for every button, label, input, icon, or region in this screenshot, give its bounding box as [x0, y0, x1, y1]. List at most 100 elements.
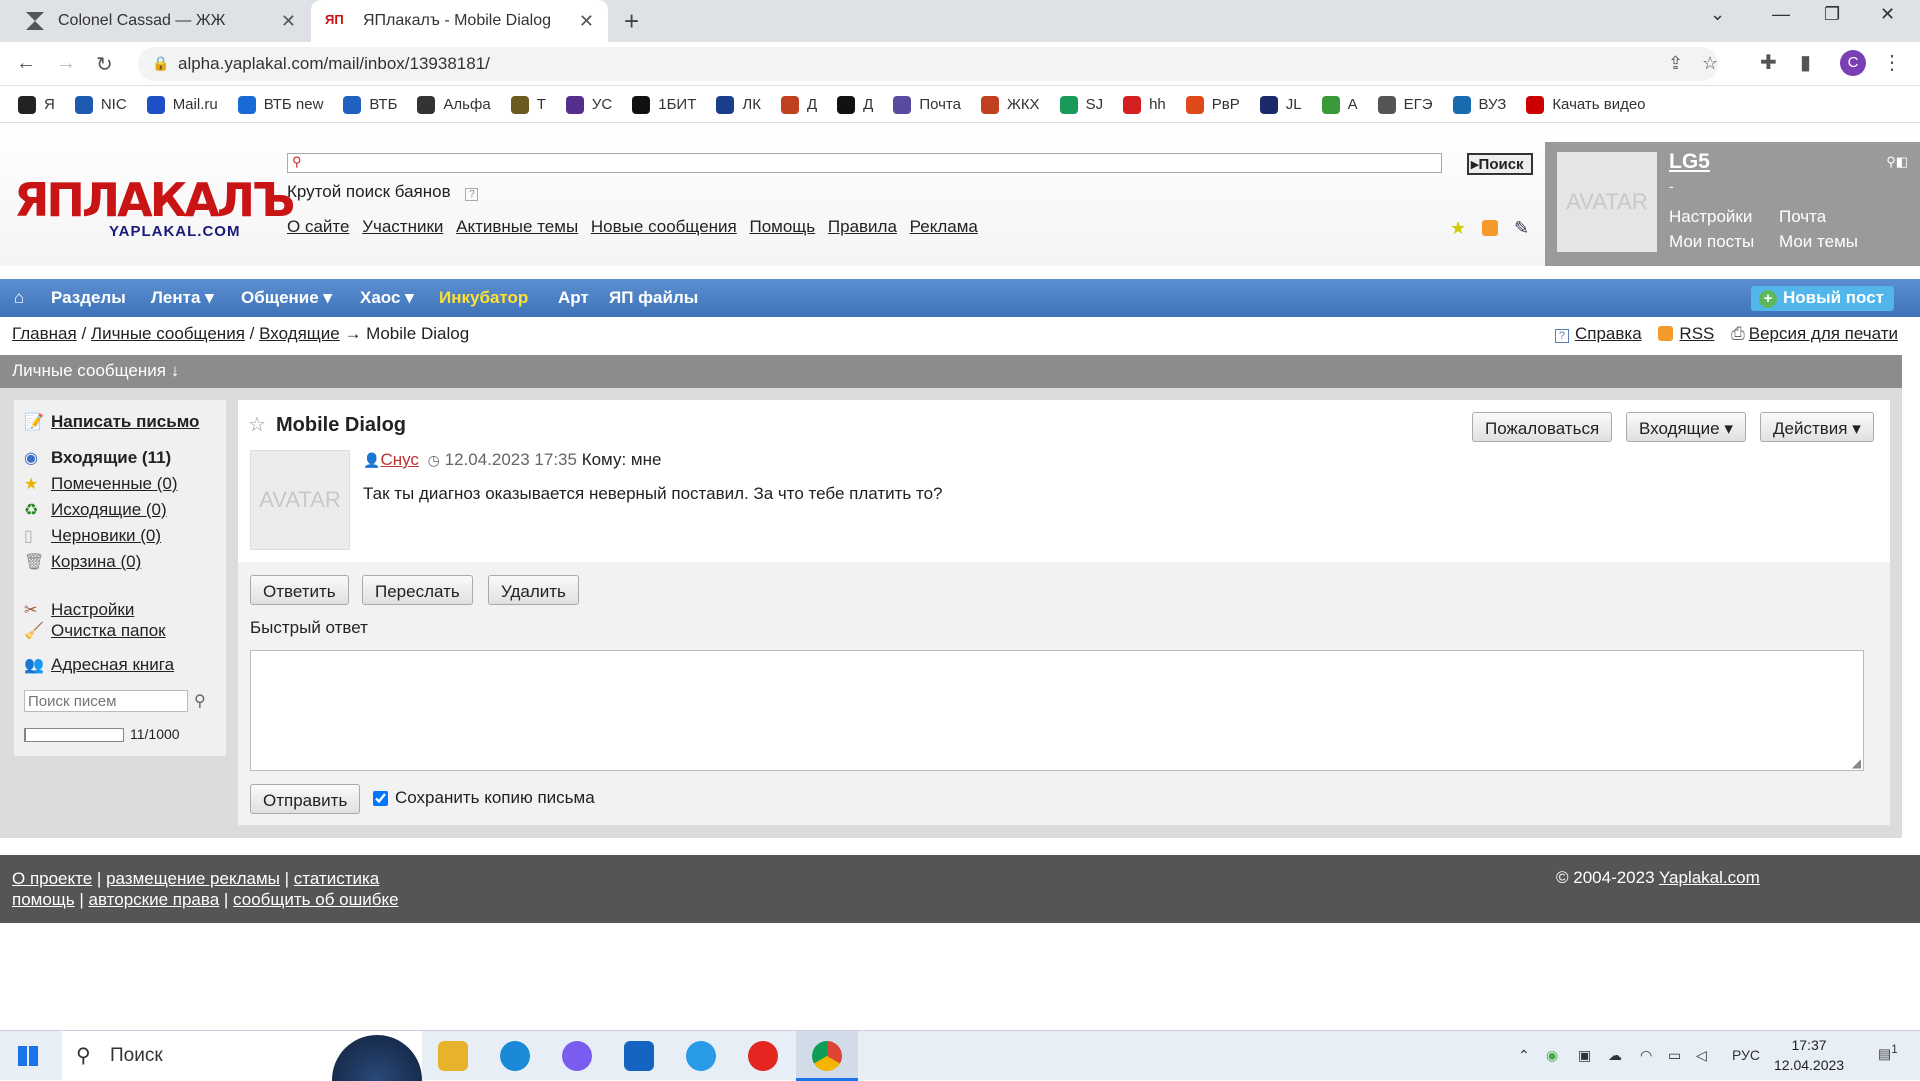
tray-app-icon[interactable]: ◉	[1546, 1047, 1558, 1064]
bookmark-star-icon[interactable]: ☆	[1702, 53, 1718, 74]
delete-button[interactable]: Удалить	[488, 575, 579, 605]
taskbar-clock[interactable]: 17:37 12.04.2023	[1774, 1035, 1844, 1075]
pencil-icon[interactable]: ✎	[1514, 218, 1529, 239]
mail-search-input[interactable]	[24, 690, 188, 712]
footer-report-error[interactable]: сообщить об ошибке	[233, 890, 399, 909]
bookmark-item[interactable]: Т	[510, 95, 546, 114]
footer-stats[interactable]: статистика	[294, 869, 380, 888]
link-members[interactable]: Участники	[362, 217, 443, 236]
new-tab-plus-icon[interactable]: +	[624, 6, 639, 37]
notification-icon[interactable]: ▤1	[1878, 1043, 1898, 1063]
tab-colonel-cassad[interactable]: Colonel Cassad — ЖЖ ✕	[12, 0, 310, 42]
print-link[interactable]: Версия для печати	[1749, 324, 1898, 343]
copilot-icon[interactable]	[562, 1041, 592, 1071]
forward-arrow-icon[interactable]: →	[56, 52, 76, 75]
bookmark-item[interactable]: Альфа	[417, 95, 491, 114]
back-arrow-icon[interactable]: ←	[16, 52, 36, 75]
crumb-home[interactable]: Главная	[12, 324, 77, 343]
bookmark-item[interactable]: ВТБ	[343, 95, 397, 114]
section-title-bar[interactable]: Личные сообщения ↓	[0, 355, 1902, 388]
bookmark-item[interactable]: hh	[1123, 95, 1166, 114]
forward-button[interactable]: Переслать	[362, 575, 473, 605]
user-topics-link[interactable]: Мои темы	[1779, 229, 1889, 254]
share-icon[interactable]: ⇪	[1668, 53, 1683, 74]
bookmark-item[interactable]: Почта	[893, 95, 961, 114]
close-icon[interactable]: ✕	[281, 11, 296, 32]
link-active-topics[interactable]: Активные темы	[456, 217, 578, 236]
bookmark-item[interactable]: ЕГЭ	[1377, 95, 1433, 114]
reply-button[interactable]: Ответить	[250, 575, 349, 605]
url-field[interactable]: 🔒 alpha.yaplakal.com/mail/inbox/13938181…	[138, 47, 1718, 81]
footer-copyright[interactable]: авторские права	[89, 890, 220, 909]
quick-reply-textarea[interactable]: ◢	[250, 650, 1864, 771]
footer-about[interactable]: О проекте	[12, 869, 92, 888]
menu-sections[interactable]: Разделы	[51, 288, 126, 308]
close-icon[interactable]: ✕	[579, 11, 594, 32]
bookmark-item[interactable]: ЛК	[716, 95, 761, 114]
menu-chaos[interactable]: Хаос ▾	[360, 288, 414, 308]
folder-drafts[interactable]: Черновики (0)	[51, 526, 161, 546]
extensions-puzzle-icon[interactable]: ✚	[1760, 50, 1777, 75]
link-rules[interactable]: Правила	[828, 217, 897, 236]
volume-icon[interactable]: ◁	[1696, 1047, 1707, 1064]
tab-search-chevron-icon[interactable]: ⌄	[1710, 4, 1725, 25]
bookmark-item[interactable]: 1БИТ	[632, 95, 696, 114]
windows-start-icon[interactable]	[18, 1046, 38, 1066]
minimize-icon[interactable]: —	[1772, 4, 1790, 25]
footer-ads[interactable]: размещение рекламы	[106, 869, 280, 888]
crumb-pm[interactable]: Личные сообщения	[91, 324, 245, 343]
tray-device-icon[interactable]: ▣	[1578, 1047, 1591, 1064]
send-button[interactable]: Отправить	[250, 784, 361, 814]
taskbar-search[interactable]: ⚲ Поиск	[62, 1031, 422, 1081]
site-search-button[interactable]: ▸Поиск	[1467, 153, 1533, 175]
bookmark-item[interactable]: Д	[837, 95, 873, 114]
folder-outbox[interactable]: Исходящие (0)	[51, 500, 167, 520]
bookmark-item[interactable]: Качать видео	[1526, 95, 1646, 114]
mail-icon[interactable]	[624, 1041, 654, 1071]
copyright-site-link[interactable]: Yaplakal.com	[1659, 868, 1760, 887]
bookmark-item[interactable]: УС	[565, 95, 612, 114]
resize-handle-icon[interactable]: ◢	[1852, 756, 1861, 770]
folder-trash[interactable]: Корзина (0)	[51, 552, 141, 572]
sender-link[interactable]: Снус	[380, 450, 418, 469]
link-help[interactable]: Помощь	[749, 217, 815, 236]
tab-yaplakal[interactable]: ЯП ЯПлакалъ - Mobile Dialog ✕	[311, 0, 608, 42]
rss-link[interactable]: RSS	[1679, 324, 1714, 343]
home-icon[interactable]: ⌂	[14, 288, 24, 308]
inbox-dropdown-button[interactable]: Входящие ▾	[1626, 412, 1746, 442]
pin-icon[interactable]: ⚲◧	[1886, 154, 1908, 170]
link-ads[interactable]: Реклама	[910, 217, 978, 236]
chrome-taskbar-button[interactable]	[796, 1031, 858, 1081]
folder-inbox[interactable]: Входящие (11)	[51, 448, 171, 468]
edge-icon[interactable]	[500, 1041, 530, 1071]
user-settings-link[interactable]: Настройки	[1669, 204, 1779, 229]
user-mail-link[interactable]: Почта	[1779, 204, 1889, 229]
bookmark-item[interactable]: РвР	[1185, 95, 1240, 114]
mail-settings-link[interactable]: Настройки	[51, 600, 134, 620]
side-panel-icon[interactable]: ▮	[1800, 50, 1811, 75]
link-new-posts[interactable]: Новые сообщения	[591, 217, 737, 236]
user-avatar[interactable]: AVATAR	[1557, 152, 1657, 252]
menu-files[interactable]: ЯП файлы	[609, 288, 698, 308]
bookmark-item[interactable]: SJ	[1059, 95, 1103, 114]
bookmark-item[interactable]: Я	[18, 95, 55, 114]
bookmark-item[interactable]: ВТБ new	[237, 95, 323, 114]
bookmark-item[interactable]: JL	[1259, 95, 1302, 114]
bookmark-item[interactable]: ЖКХ	[980, 95, 1040, 114]
search-icon[interactable]: ⚲	[194, 691, 206, 711]
profile-avatar[interactable]: C	[1840, 50, 1866, 76]
file-explorer-icon[interactable]	[438, 1041, 468, 1071]
new-post-button[interactable]: + Новый пост	[1750, 286, 1894, 311]
battery-icon[interactable]: ▭	[1668, 1047, 1681, 1064]
bookmark-item[interactable]: NIC	[74, 95, 127, 114]
window-close-icon[interactable]: ✕	[1880, 4, 1895, 25]
menu-feed[interactable]: Лента ▾	[151, 288, 214, 308]
username-link[interactable]: LG5	[1669, 150, 1710, 174]
footer-help[interactable]: помощь	[12, 890, 75, 909]
rss-icon[interactable]	[1482, 220, 1498, 236]
wifi-icon[interactable]: ◠	[1640, 1047, 1652, 1064]
save-copy-checkbox[interactable]	[373, 791, 388, 806]
cleanup-link[interactable]: Очистка папок	[51, 621, 166, 641]
link-about[interactable]: О сайте	[287, 217, 349, 236]
menu-dots-icon[interactable]: ⋮	[1882, 50, 1902, 75]
